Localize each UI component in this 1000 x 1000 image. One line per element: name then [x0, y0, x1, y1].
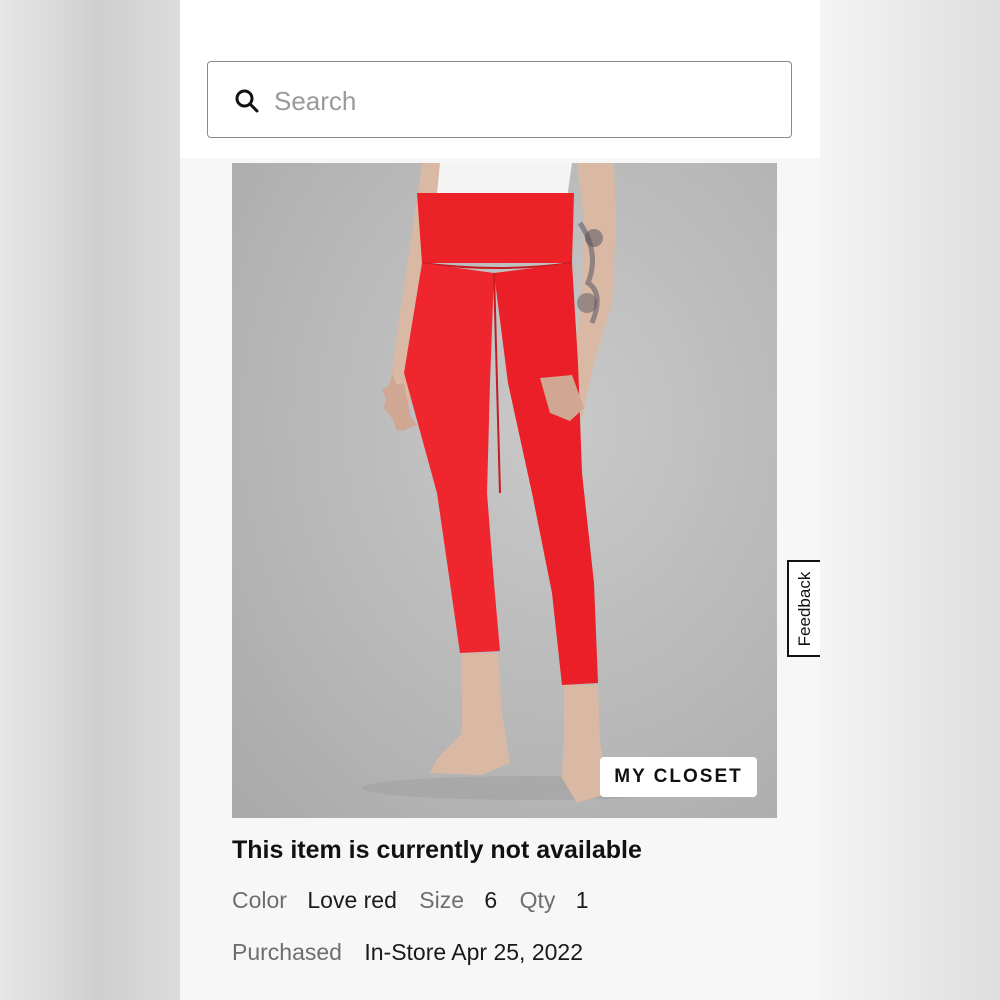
- feedback-tab[interactable]: Feedback: [787, 560, 820, 657]
- header: [180, 0, 820, 158]
- size-value: 6: [484, 887, 498, 913]
- search-input[interactable]: [272, 80, 756, 122]
- leggings-illustration: [362, 163, 702, 803]
- feedback-label: Feedback: [794, 571, 814, 646]
- product-image[interactable]: MY CLOSET: [232, 163, 777, 818]
- app-screen: MY CLOSET Feedback This item is currentl…: [180, 0, 820, 1000]
- product-details: Color Love red Size 6 Qty 1: [232, 887, 589, 914]
- color-label: Color: [232, 887, 287, 913]
- logo-fragment: [210, 0, 540, 6]
- purchase-details: Purchased In-Store Apr 25, 2022: [232, 939, 583, 966]
- qty-value: 1: [575, 887, 589, 913]
- my-closet-badge[interactable]: MY CLOSET: [600, 757, 757, 797]
- purchased-label: Purchased: [232, 939, 342, 965]
- availability-message: This item is currently not available: [232, 836, 642, 864]
- size-label: Size: [419, 887, 465, 913]
- search-bar[interactable]: [207, 61, 792, 138]
- background-blur: [820, 0, 1000, 1000]
- search-icon[interactable]: [234, 88, 260, 114]
- color-value: Love red: [307, 887, 397, 913]
- qty-label: Qty: [519, 887, 556, 913]
- purchased-value: In-Store Apr 25, 2022: [364, 939, 584, 965]
